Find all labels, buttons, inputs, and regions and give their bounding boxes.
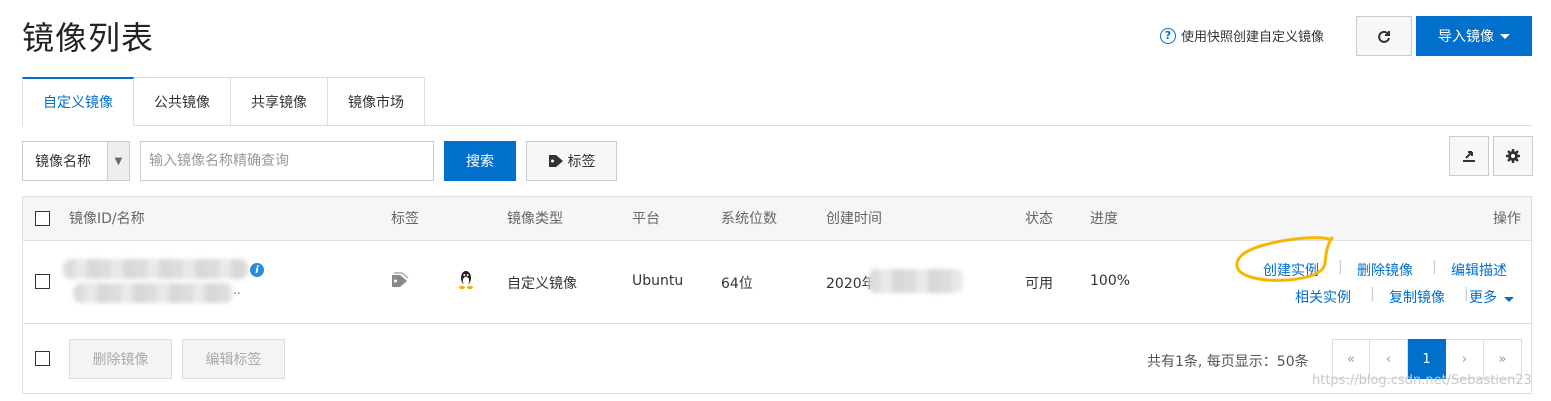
gear-icon: [1506, 149, 1520, 163]
image-name-suffix: ..: [233, 283, 241, 297]
col-status: 状态: [1025, 211, 1053, 227]
search-button[interactable]: 搜索: [444, 141, 516, 181]
row-checkbox[interactable]: [35, 274, 50, 289]
tab-public-images[interactable]: 公共镜像: [134, 77, 231, 126]
watermark: https://blog.csdn.net/Sebastien23: [1312, 373, 1532, 388]
platform: Ubuntu: [632, 273, 684, 289]
select-all-checkbox-footer[interactable]: [35, 351, 50, 366]
redacted-created-time: [868, 269, 963, 293]
image-type: 自定义镜像: [507, 276, 577, 292]
tab-image-market[interactable]: 镜像市场: [328, 77, 425, 126]
import-image-button[interactable]: 导入镜像: [1416, 16, 1532, 56]
create-instance-label: 创建实例: [1263, 263, 1319, 279]
more-actions-label: 更多: [1469, 290, 1497, 306]
action-separator: |: [1338, 259, 1343, 275]
col-tags: 标签: [391, 211, 419, 227]
export-icon: [1463, 151, 1475, 162]
bulk-edit-tags-button[interactable]: 编辑标签: [182, 339, 285, 379]
progress: 100%: [1090, 273, 1131, 289]
edit-description-label: 编辑描述: [1451, 263, 1507, 279]
related-instances-link[interactable]: 相关实例: [1295, 287, 1351, 307]
linux-icon: [457, 270, 475, 294]
col-progress: 进度: [1090, 211, 1118, 227]
import-image-label: 导入镜像: [1438, 29, 1494, 45]
copy-image-label: 复制镜像: [1389, 290, 1445, 306]
more-actions-dropdown[interactable]: 更多: [1469, 287, 1515, 307]
col-actions: 操作: [1493, 211, 1521, 227]
help-icon: ?: [1160, 27, 1176, 44]
tag-icon: [548, 155, 563, 167]
tag-filter-button[interactable]: 标签: [526, 141, 617, 181]
pagination-summary: 共有1条, 每页显示：50条: [1147, 354, 1309, 370]
tab-shared-images[interactable]: 共享镜像: [231, 77, 328, 126]
tag-icon[interactable]: [391, 272, 409, 292]
col-image-type: 镜像类型: [507, 211, 563, 227]
tab-custom-images[interactable]: 自定义镜像: [22, 77, 134, 126]
image-tabs: 自定义镜像 公共镜像 共享镜像 镜像市场: [22, 77, 425, 126]
refresh-icon: [1378, 30, 1390, 43]
search-input[interactable]: [140, 141, 434, 181]
col-platform: 平台: [632, 211, 660, 227]
snapshot-help-link[interactable]: ? 使用快照创建自定义镜像: [1160, 26, 1324, 45]
settings-button[interactable]: [1493, 136, 1533, 176]
related-instances-label: 相关实例: [1295, 290, 1351, 306]
caret-down-icon: [1504, 297, 1515, 302]
action-separator: |: [1370, 286, 1375, 302]
copy-image-link[interactable]: 复制镜像: [1389, 287, 1445, 307]
action-separator: |: [1432, 259, 1437, 275]
edit-description-link[interactable]: 编辑描述: [1451, 260, 1507, 280]
image-table: 镜像ID/名称 标签 镜像类型 平台 系统位数 创建时间 状态 进度 操作 ..…: [22, 196, 1532, 394]
action-separator: |: [1464, 286, 1469, 302]
col-created: 创建时间: [826, 211, 882, 227]
bulk-delete-button[interactable]: 删除镜像: [69, 339, 172, 379]
search-field-label: 镜像名称: [35, 154, 91, 170]
redacted-image-name: [73, 283, 233, 303]
page-title: 镜像列表: [22, 19, 155, 57]
info-icon[interactable]: i: [250, 263, 264, 277]
tag-filter-label: 标签: [567, 154, 596, 170]
col-id-name: 镜像ID/名称: [69, 211, 145, 227]
create-instance-link[interactable]: 创建实例: [1263, 260, 1319, 280]
table-row: .. i 自定义镜像 Ubuntu 64位 2020年 可用 100% 创建实例…: [23, 241, 1531, 324]
status: 可用: [1025, 276, 1053, 292]
table-header: 镜像ID/名称 标签 镜像类型 平台 系统位数 创建时间 状态 进度 操作: [23, 197, 1531, 241]
caret-down-icon: [1500, 33, 1510, 39]
chevron-down-icon: ▼: [107, 142, 129, 180]
export-button[interactable]: [1449, 136, 1489, 176]
redacted-image-id: [63, 259, 248, 279]
refresh-button[interactable]: [1356, 16, 1412, 56]
select-all-checkbox[interactable]: [35, 211, 50, 226]
snapshot-help-label: 使用快照创建自定义镜像: [1181, 30, 1325, 45]
search-field-select[interactable]: 镜像名称 ▼: [22, 141, 130, 181]
col-bits: 系统位数: [721, 211, 777, 227]
delete-image-link[interactable]: 删除镜像: [1357, 260, 1413, 280]
system-bits: 64位: [721, 276, 753, 292]
delete-image-label: 删除镜像: [1357, 263, 1413, 279]
